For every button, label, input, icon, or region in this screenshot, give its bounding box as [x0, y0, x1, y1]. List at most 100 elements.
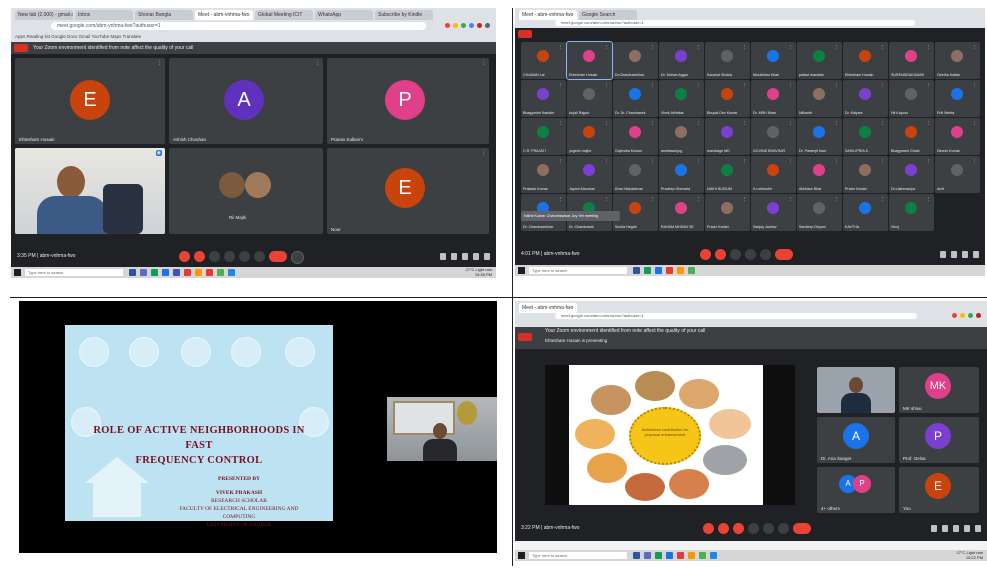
more-options-icon[interactable]: ⋮ — [605, 196, 609, 201]
participant-tile[interactable]: Sandeep Dhyani ⋮ — [797, 194, 842, 231]
more-options-icon[interactable]: ⋮ — [157, 60, 162, 66]
participant-tile[interactable]: Dr. Mohan Aggar ⋮ — [659, 42, 704, 79]
participant-tile[interactable]: C.R. PRAJATI ⋮ — [521, 118, 566, 155]
more-options-icon[interactable]: ⋮ — [789, 196, 793, 201]
participant-tile[interactable]: Priti Mehta ⋮ — [935, 80, 980, 117]
more-options-icon[interactable]: ⋮ — [651, 196, 655, 201]
participant-tile[interactable]: SURENDRAKUMAR ⋮ — [889, 42, 934, 79]
chat-icon[interactable] — [962, 251, 968, 258]
more-options-icon[interactable]: ⋮ — [881, 120, 885, 125]
participant-tile[interactable]: Dr. Paramjit Kaur ⋮ — [797, 118, 842, 155]
participant-tile[interactable]: NIDHI BUDIUM ⋮ — [705, 156, 750, 193]
chat-icon[interactable] — [462, 253, 468, 260]
more-options-icon[interactable]: ⋮ — [835, 196, 839, 201]
more-options-icon[interactable]: ⋮ — [835, 82, 839, 87]
more-options-icon[interactable]: ⋮ — [881, 196, 885, 201]
participant-tile[interactable]: Muralidhar Kilari ⋮ — [751, 42, 796, 79]
lock-icon[interactable] — [484, 253, 490, 260]
participant-tile[interactable]: Dr. Kalyani ⋮ — [843, 80, 888, 117]
participant-tile[interactable]: Dinesh Kumar ⋮ — [935, 118, 980, 155]
participant-tile[interactable]: P Pranav Kulkarni ⋮ — [327, 58, 489, 144]
more-options-icon[interactable]: ⋮ — [605, 44, 609, 49]
mic-off-button[interactable] — [179, 251, 190, 262]
participant-tile[interactable]: E Ehtesham Husain ⋮ — [15, 58, 165, 144]
participant-tile[interactable]: MK MK shivu — [899, 367, 979, 413]
more-options-icon[interactable]: ⋮ — [697, 120, 701, 125]
camera-off-button[interactable] — [715, 249, 726, 260]
more-options-icon[interactable]: ⋮ — [743, 158, 747, 163]
more-options-icon[interactable]: ⋮ — [697, 44, 701, 49]
more-options-icon[interactable]: ⋮ — [881, 44, 885, 49]
participant-tile[interactable]: K.Lekhbuhe ⋮ — [751, 156, 796, 193]
browser-tab-active[interactable]: Meet - abm-vnhma-fwo — [195, 10, 253, 20]
participant-tile[interactable]: Dr. MRH Khan ⋮ — [751, 80, 796, 117]
lock-icon[interactable] — [975, 525, 981, 532]
more-options-icon[interactable]: ⋮ — [743, 120, 747, 125]
participant-tile[interactable]: CHAMAN Lal ⋮ — [521, 42, 566, 79]
participant-tile[interactable]: A Ashish Chouhan ⋮ — [169, 58, 323, 144]
more-options-icon[interactable]: ⋮ — [927, 196, 931, 201]
webcam-tile[interactable]: ◉ — [15, 148, 165, 234]
more-options-icon[interactable]: ⋮ — [481, 150, 486, 156]
participant-tile[interactable]: Gajendra Mohan ⋮ — [613, 118, 658, 155]
participant-tile[interactable]: GOVIND BHAVSAR ⋮ — [751, 118, 796, 155]
participant-tile[interactable]: Anjali Rajput ⋮ — [567, 80, 612, 117]
info-icon[interactable] — [931, 525, 937, 532]
participant-tile[interactable]: E You — [899, 467, 979, 513]
participant-tile[interactable]: Vivek Athlekar ⋮ — [659, 80, 704, 117]
participant-tile[interactable]: Nilkanth ⋮ — [797, 80, 842, 117]
participant-tile[interactable]: Bhupat Dev Kumar ⋮ — [705, 80, 750, 117]
participant-tile[interactable]: A P 4+ others — [817, 467, 895, 513]
more-options-icon[interactable]: ⋮ — [789, 158, 793, 163]
browser-tab-active[interactable]: Meet - abm-vnhma-fwo — [519, 303, 577, 313]
more-button[interactable] — [778, 523, 789, 534]
more-options-icon[interactable]: ⋮ — [651, 120, 655, 125]
windows-start-icon[interactable] — [518, 267, 525, 274]
more-options-icon[interactable]: ⋮ — [315, 60, 320, 66]
more-button[interactable] — [254, 251, 265, 262]
participant-tile[interactable]: A Dr. Ana Sanger — [817, 417, 895, 463]
browser-tab[interactable]: WhatsApp — [315, 10, 373, 20]
windows-start-icon[interactable] — [14, 269, 21, 276]
more-options-icon[interactable]: ⋮ — [789, 82, 793, 87]
taskbar-search[interactable]: Type here to search — [25, 269, 123, 276]
activities-icon[interactable] — [964, 525, 970, 532]
more-options-icon[interactable]: ⋮ — [697, 196, 701, 201]
participant-tile[interactable]: Ehtesham Husain ⋮ — [566, 41, 613, 80]
participant-tile[interactable]: amritaramjog ⋮ — [659, 118, 704, 155]
camera-off-button[interactable] — [194, 251, 205, 262]
participant-tile[interactable]: SAHILIPRIA K. ⋮ — [843, 118, 888, 155]
more-options-icon[interactable]: ⋮ — [973, 120, 977, 125]
participant-tile[interactable]: E Noor ⋮ — [327, 148, 489, 234]
more-options-icon[interactable]: ⋮ — [651, 158, 655, 163]
camera-off-button[interactable] — [718, 523, 729, 534]
more-options-icon[interactable]: ⋮ — [559, 120, 563, 125]
participant-tile[interactable]: Pravin Kedari ⋮ — [843, 156, 888, 193]
more-options-icon[interactable]: ⋮ — [697, 158, 701, 163]
address-bar[interactable]: meet.google.com/abm-vnhma-fwo?authuser=1 — [51, 22, 426, 30]
participant-tile[interactable]: Bhagyashri Kamble ⋮ — [521, 80, 566, 117]
more-options-icon[interactable]: ⋮ — [559, 196, 563, 201]
participant-tile[interactable]: Kaushal Shukla ⋮ — [705, 42, 750, 79]
people-icon[interactable] — [942, 525, 948, 532]
participant-tile[interactable]: Pravin Kedari ⋮ — [705, 194, 750, 231]
taskbar-search[interactable]: Type here to search — [529, 267, 627, 274]
participant-tile[interactable]: Jayant Manohar ⋮ — [567, 156, 612, 193]
browser-tab[interactable]: Google Search — [579, 10, 637, 20]
browser-tab[interactable]: New tab (2,000) - gmail.com — [15, 10, 73, 20]
more-options-icon[interactable]: ⋮ — [927, 82, 931, 87]
present-button[interactable] — [760, 249, 771, 260]
participant-tile[interactable]: Dr.Chandrasekhar ⋮ — [613, 42, 658, 79]
more-options-icon[interactable]: ⋮ — [651, 82, 655, 87]
participant-tile[interactable]: Rii Majhi — [169, 148, 323, 234]
participant-tile[interactable]: Abhilash Bhat ⋮ — [797, 156, 842, 193]
more-options-icon[interactable]: ⋮ — [481, 60, 486, 66]
present-button[interactable] — [239, 251, 250, 262]
webcam-tile[interactable] — [817, 367, 895, 413]
more-options-icon[interactable]: ⋮ — [651, 44, 655, 49]
present-button[interactable] — [763, 523, 774, 534]
captions-button[interactable] — [733, 523, 744, 534]
participant-tile[interactable]: Geetha Kottan ⋮ — [935, 42, 980, 79]
browser-tab-active[interactable]: Meet - abm-vnhma-fwo — [519, 10, 577, 20]
more-options-icon[interactable]: ⋮ — [743, 82, 747, 87]
